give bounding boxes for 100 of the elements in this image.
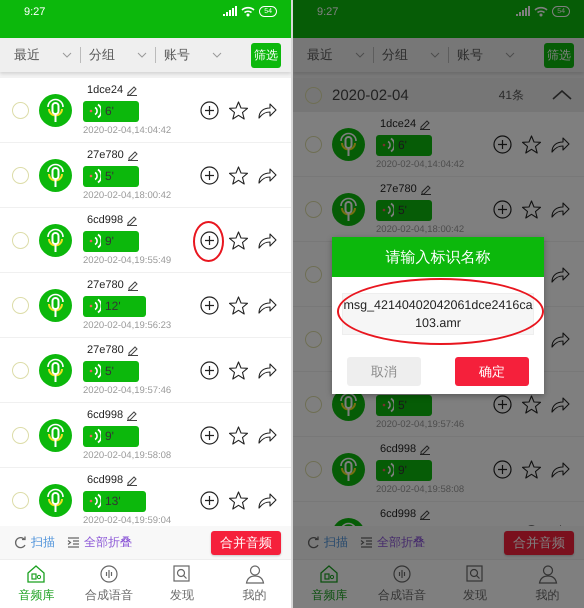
pencil-icon[interactable] — [419, 508, 432, 520]
share-icon[interactable] — [258, 230, 277, 250]
voice-message-button[interactable]: 12' — [83, 296, 146, 316]
filter-dropdown[interactable]: 分组 — [382, 46, 426, 64]
select-checkbox[interactable] — [305, 460, 322, 478]
select-checkbox[interactable] — [12, 296, 29, 314]
add-icon[interactable] — [200, 100, 219, 120]
microphone-avatar-icon — [332, 192, 365, 226]
star-icon[interactable] — [229, 490, 248, 510]
select-checkbox[interactable] — [305, 86, 322, 104]
voice-message-button[interactable]: 5' — [83, 166, 139, 186]
voice-message-button[interactable]: 13' — [83, 490, 146, 512]
refresh-icon[interactable] — [307, 536, 320, 549]
voice-message-button[interactable]: 9' — [83, 426, 139, 446]
select-checkbox[interactable] — [12, 102, 29, 118]
add-icon[interactable] — [200, 426, 219, 444]
chevron-down-icon — [355, 51, 365, 59]
share-icon[interactable] — [258, 166, 277, 184]
select-checkbox[interactable] — [12, 232, 29, 248]
add-icon[interactable] — [200, 166, 219, 184]
pencil-icon[interactable] — [126, 148, 139, 160]
star-icon[interactable] — [229, 360, 248, 380]
nav-tab[interactable]: 发现 — [438, 560, 512, 608]
indent-list-icon[interactable] — [360, 536, 373, 549]
select-checkbox[interactable] — [305, 136, 322, 152]
recording-name: 6cd998 — [380, 442, 416, 454]
select-checkbox[interactable] — [305, 396, 322, 412]
voice-message-button[interactable]: 6' — [83, 100, 139, 122]
scan-link[interactable]: 扫描 — [31, 534, 55, 551]
filter-button[interactable]: 筛选 — [544, 42, 574, 68]
chevron-down-icon — [430, 51, 440, 59]
nav-tab[interactable]: 合成语音 — [366, 560, 438, 608]
pencil-icon[interactable] — [126, 84, 138, 96]
add-icon[interactable] — [200, 296, 219, 314]
collapse-all-link[interactable]: 全部折叠 — [377, 534, 425, 551]
filter-dropdown[interactable]: 分组 — [89, 46, 133, 64]
voice-message-button[interactable]: 6' — [376, 134, 432, 156]
voice-message-button[interactable]: 9' — [83, 230, 139, 252]
star-icon[interactable] — [522, 134, 541, 154]
group-header[interactable]: 2020-02-04 41条 — [293, 78, 584, 112]
name-input-field[interactable]: msg_42140402042061dce2416ca103.amr — [342, 293, 534, 335]
merge-audio-button[interactable]: 合并音频 — [504, 530, 574, 554]
nav-tab[interactable]: 发现 — [146, 560, 218, 608]
star-icon[interactable] — [229, 296, 248, 314]
select-checkbox[interactable] — [305, 330, 322, 348]
nav-tab[interactable]: 音频库 — [0, 560, 73, 608]
voice-message-button[interactable]: 5' — [83, 360, 139, 382]
pencil-icon[interactable] — [126, 408, 138, 420]
voice-message-button[interactable]: 5' — [376, 394, 432, 416]
nav-tab[interactable]: 音频库 — [293, 560, 366, 608]
share-icon[interactable] — [258, 100, 277, 120]
recording-name: 1dce24 — [380, 118, 416, 130]
share-icon[interactable] — [258, 296, 277, 314]
star-icon[interactable] — [522, 200, 541, 218]
share-icon[interactable] — [258, 360, 277, 380]
pencil-icon[interactable] — [420, 182, 432, 194]
pencil-icon[interactable] — [419, 442, 432, 454]
pencil-icon[interactable] — [126, 474, 138, 486]
voice-message-button[interactable]: 9' — [376, 460, 432, 480]
filter-dropdown[interactable]: 最近 — [307, 46, 351, 64]
share-icon[interactable] — [258, 490, 277, 510]
confirm-button[interactable]: 确定 — [455, 357, 529, 386]
chevron-up-icon[interactable] — [552, 90, 572, 100]
select-checkbox[interactable] — [305, 200, 322, 218]
nav-tab[interactable]: 我的 — [511, 560, 584, 608]
cancel-button[interactable]: 取消 — [347, 357, 421, 386]
share-icon[interactable] — [258, 426, 277, 444]
filter-button[interactable]: 筛选 — [251, 42, 281, 68]
star-icon[interactable] — [229, 166, 248, 184]
add-icon[interactable] — [200, 490, 219, 510]
pencil-icon[interactable] — [419, 118, 432, 130]
pencil-icon[interactable] — [126, 344, 139, 356]
pencil-icon[interactable] — [126, 214, 138, 226]
scan-link[interactable]: 扫描 — [324, 534, 348, 551]
refresh-icon[interactable] — [14, 536, 27, 549]
merge-audio-button[interactable]: 合并音频 — [211, 530, 281, 554]
select-checkbox[interactable] — [12, 492, 29, 508]
filter-dropdown[interactable]: 账号 — [457, 46, 501, 64]
microphone-avatar-icon — [39, 354, 72, 386]
select-checkbox[interactable] — [12, 362, 29, 378]
select-checkbox[interactable] — [305, 266, 322, 282]
star-icon[interactable] — [522, 394, 541, 414]
indent-list-icon[interactable] — [67, 536, 80, 549]
group-date: 2020-02-04 — [332, 86, 410, 104]
star-icon[interactable] — [229, 230, 248, 250]
pencil-icon[interactable] — [126, 278, 139, 290]
collapse-all-link[interactable]: 全部折叠 — [84, 534, 132, 551]
star-icon[interactable] — [229, 426, 248, 444]
star-icon[interactable] — [229, 100, 248, 120]
sound-circle-icon — [392, 564, 412, 584]
voice-message-button[interactable]: 5' — [376, 200, 432, 220]
nav-tab[interactable]: 我的 — [218, 560, 291, 608]
filter-dropdown[interactable]: 最近 — [14, 46, 58, 64]
nav-tab[interactable]: 合成语音 — [72, 560, 146, 608]
select-checkbox[interactable] — [12, 426, 29, 444]
filter-dropdown[interactable]: 账号 — [164, 46, 208, 64]
add-icon[interactable] — [200, 230, 219, 250]
star-icon[interactable] — [522, 460, 541, 478]
select-checkbox[interactable] — [12, 166, 29, 184]
add-icon[interactable] — [200, 360, 219, 380]
